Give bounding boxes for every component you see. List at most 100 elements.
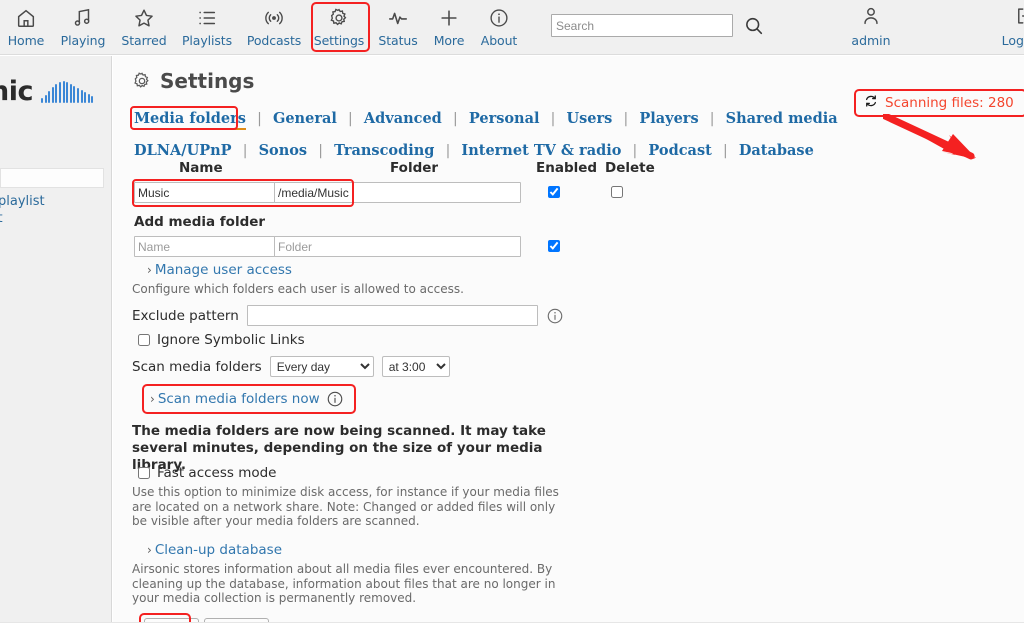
ignore-symlinks-label: Ignore Symbolic Links	[157, 332, 305, 348]
scan-schedule-label: Scan media folders	[132, 358, 262, 375]
star-icon	[114, 6, 174, 30]
sidebar-playlist-links: new playlist playlist	[0, 194, 45, 228]
sidebar-search-field[interactable]	[0, 168, 104, 188]
user-name-label: admin	[851, 33, 891, 48]
broadcast-icon	[240, 6, 308, 30]
tab-users[interactable]: Users	[567, 110, 613, 127]
exclude-pattern-input[interactable]	[246, 305, 538, 326]
search-area	[551, 14, 765, 37]
add-media-folder-label: Add media folder	[134, 214, 266, 230]
tab-separator: |	[623, 111, 629, 127]
nav-item-label: Home	[7, 33, 45, 48]
add-folder-path-input[interactable]	[274, 236, 521, 257]
logout-link[interactable]: Log out	[995, 5, 1024, 48]
settings-tabs-row-1: Media folders | General | Advanced | Per…	[132, 103, 852, 135]
tab-separator: |	[348, 111, 353, 127]
media-folder-name-input[interactable]	[134, 182, 275, 203]
chevron-right-icon: ›	[147, 543, 152, 557]
scanning-status-badge: Scanning files: 280	[854, 89, 1024, 117]
tab-players[interactable]: Players	[639, 110, 698, 127]
nav-item-starred[interactable]: Starred	[114, 2, 174, 48]
chevron-right-icon: ›	[150, 392, 155, 406]
home-icon	[0, 6, 52, 30]
media-folder-enabled-checkbox[interactable]	[548, 186, 560, 198]
manage-user-access-description: Configure which folders each user is all…	[132, 282, 464, 296]
scan-media-folders-now-link[interactable]: Scan media folders now	[158, 391, 320, 407]
add-folder-name-input[interactable]	[134, 236, 275, 257]
tab-dlna-upnp[interactable]: DLNA/UPnP	[134, 142, 232, 159]
left-sidebar: nic new playlist playlist	[0, 56, 112, 623]
nav-item-status[interactable]: Status	[370, 2, 426, 48]
gear-icon	[308, 6, 370, 30]
logout-label: Log out	[1001, 33, 1024, 48]
tab-general[interactable]: General	[273, 110, 337, 127]
page-title: Settings	[132, 69, 254, 93]
tab-advanced[interactable]: Advanced	[364, 110, 442, 127]
scan-frequency-select[interactable]: Every day	[269, 356, 374, 377]
tab-shared-media[interactable]: Shared media	[726, 110, 838, 127]
tab-media-folders[interactable]: Media folders	[134, 110, 246, 130]
nav-item-about[interactable]: About	[472, 2, 526, 48]
column-header-enabled: Enabled	[536, 160, 598, 176]
sidebar-create-new-playlist-link[interactable]: new playlist	[0, 194, 45, 209]
manage-user-access-link[interactable]: Manage user access	[155, 262, 292, 278]
search-input[interactable]	[551, 14, 733, 37]
cleanup-database-row: › Clean-up database	[147, 542, 282, 558]
tab-personal[interactable]: Personal	[469, 110, 540, 127]
nav-item-playing[interactable]: Playing	[52, 2, 114, 48]
nav-item-label: Status	[378, 33, 418, 48]
top-nav-items: Home Playing Starred Playlists Podcasts …	[0, 2, 526, 48]
search-icon[interactable]	[743, 15, 765, 37]
tab-separator: |	[632, 143, 638, 159]
sidebar-import-playlist-link[interactable]: playlist	[0, 211, 45, 226]
nav-item-settings[interactable]: Settings	[308, 2, 370, 48]
info-icon	[472, 6, 526, 30]
user-icon	[860, 7, 882, 31]
arrow-annotation	[883, 114, 976, 160]
nav-item-label: Podcasts	[246, 33, 302, 48]
tab-podcast[interactable]: Podcast	[648, 142, 711, 159]
scan-time-select[interactable]: at 3:00	[381, 356, 450, 377]
refresh-spinner-icon	[864, 94, 878, 112]
nav-item-label: More	[433, 33, 465, 48]
cleanup-database-link[interactable]: Clean-up database	[155, 542, 282, 558]
nav-item-more[interactable]: More	[426, 2, 472, 48]
media-folder-delete-checkbox[interactable]	[611, 186, 623, 198]
nav-item-label: Playing	[60, 33, 106, 48]
tab-separator: |	[242, 143, 248, 159]
scan-now-highlight-annotation: › Scan media folders now	[142, 384, 356, 414]
user-account-link[interactable]: admin	[845, 5, 897, 48]
fast-access-mode-checkbox[interactable]	[138, 467, 150, 479]
nav-item-playlists[interactable]: Playlists	[174, 2, 240, 48]
tab-sonos[interactable]: Sonos	[259, 142, 308, 159]
tab-separator: |	[452, 111, 458, 127]
gear-icon	[132, 71, 152, 91]
nav-item-label: Settings	[313, 33, 365, 48]
nav-item-home[interactable]: Home	[0, 2, 52, 48]
manage-user-access-row: › Manage user access	[147, 262, 292, 278]
media-folder-path-input[interactable]	[274, 182, 521, 203]
tab-database[interactable]: Database	[739, 142, 814, 159]
info-circle-icon[interactable]	[326, 390, 344, 408]
column-header-delete: Delete	[605, 160, 655, 176]
soundwave-icon	[40, 80, 95, 103]
logout-icon	[1014, 8, 1024, 31]
tab-internet-tv-radio[interactable]: Internet TV & radio	[461, 142, 621, 159]
scanning-status-text: Scanning files: 280	[885, 95, 1014, 111]
scan-schedule-row: Scan media folders Every day at 3:00	[132, 356, 450, 377]
tab-separator: |	[550, 111, 556, 127]
exclude-pattern-label: Exclude pattern	[132, 307, 239, 324]
column-header-name: Name	[179, 160, 223, 176]
info-circle-icon[interactable]	[546, 307, 564, 325]
cleanup-database-description: Airsonic stores information about all me…	[132, 562, 556, 605]
main-content-area: Settings Media folders | General | Advan…	[113, 56, 1024, 623]
tab-separator: |	[722, 143, 728, 159]
add-folder-enabled-checkbox[interactable]	[548, 240, 560, 252]
ignore-symlinks-checkbox[interactable]	[138, 334, 150, 346]
list-icon	[174, 6, 240, 30]
nav-item-podcasts[interactable]: Podcasts	[240, 2, 308, 48]
tab-transcoding[interactable]: Transcoding	[334, 142, 434, 159]
top-navigation-bar: Home Playing Starred Playlists Podcasts …	[0, 0, 1024, 55]
page-title-text: Settings	[160, 69, 255, 93]
app-logo[interactable]: nic	[0, 76, 95, 107]
